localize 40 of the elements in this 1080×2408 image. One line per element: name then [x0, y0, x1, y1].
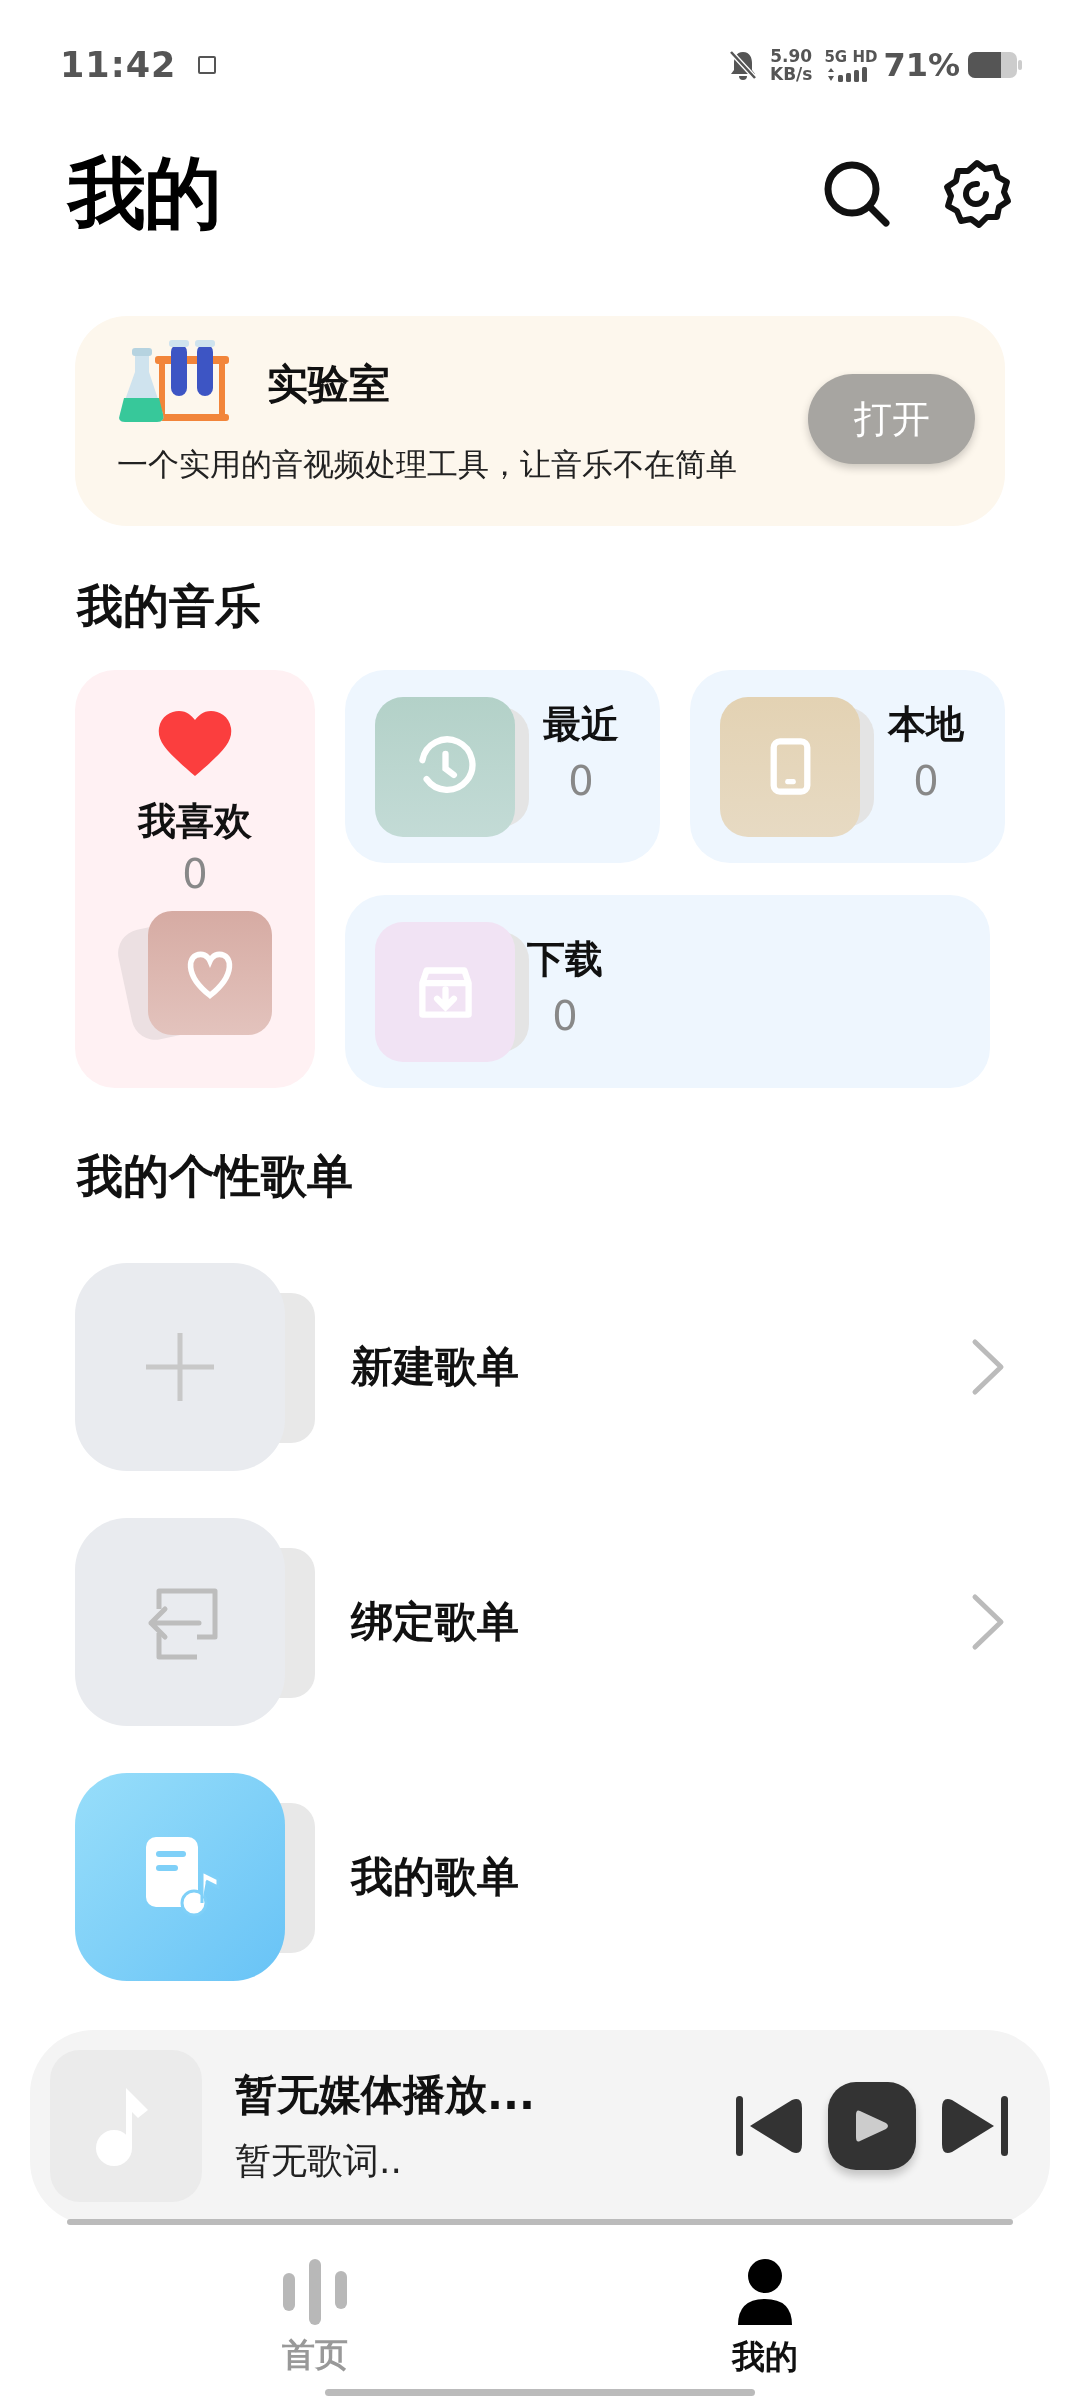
nav-tab[interactable]: 我的: [665, 2259, 865, 2408]
song-count: 0: [182, 851, 208, 897]
page-title: 我的: [68, 146, 221, 240]
clock-time: 11:42: [60, 45, 177, 85]
playlist-tile[interactable]: [75, 1518, 285, 1726]
play-button[interactable]: [828, 2082, 916, 2170]
song-count: 0: [913, 758, 939, 804]
network-speed: 5.90: [770, 47, 813, 65]
battery-percent: 71%: [883, 46, 960, 84]
card-label: 我喜欢: [138, 798, 252, 845]
playlist-label[interactable]: 新建歌单: [351, 1339, 971, 1395]
lab-description: 一个实用的音视频处理工具，让音乐不在简单: [117, 445, 738, 484]
network-speed-unit: KB/s: [769, 65, 813, 83]
playlist-label[interactable]: 绑定歌单: [351, 1594, 971, 1650]
local-card[interactable]: 本地 0: [690, 670, 1005, 863]
playlist-tile[interactable]: [75, 1773, 285, 1981]
playlist-label[interactable]: 我的歌单: [351, 1849, 1005, 1905]
section-title: 我的个性歌单: [77, 1149, 353, 1203]
lyric-line: 暂无歌词..: [235, 2138, 403, 2183]
recent-card[interactable]: 最近 0: [345, 670, 660, 863]
liked-songs-card[interactable]: 我喜欢 0: [75, 670, 315, 1088]
lab-title: 实验室: [267, 358, 390, 410]
person-icon: [736, 2259, 794, 2327]
heart-icon: [157, 710, 233, 778]
song-count: 0: [568, 758, 594, 804]
card-label: 下载: [527, 936, 603, 983]
notification-icon: [198, 56, 217, 74]
network-type: 5G HD: [824, 48, 878, 66]
card-label: 最近: [543, 701, 619, 748]
card-label: 本地: [888, 701, 964, 748]
song-count: 0: [552, 993, 578, 1039]
battery-icon: [968, 51, 1022, 79]
sound-bars-icon: [283, 2259, 347, 2325]
search-icon[interactable]: [822, 159, 892, 229]
playlist-tile[interactable]: [75, 1263, 285, 1471]
muted-bell-icon: [727, 49, 758, 81]
track-title: 暂无媒体播放...: [235, 2068, 536, 2121]
download-card[interactable]: 下载 0: [345, 895, 990, 1088]
section-title: 我的音乐: [77, 579, 261, 633]
settings-icon[interactable]: [942, 159, 1012, 229]
